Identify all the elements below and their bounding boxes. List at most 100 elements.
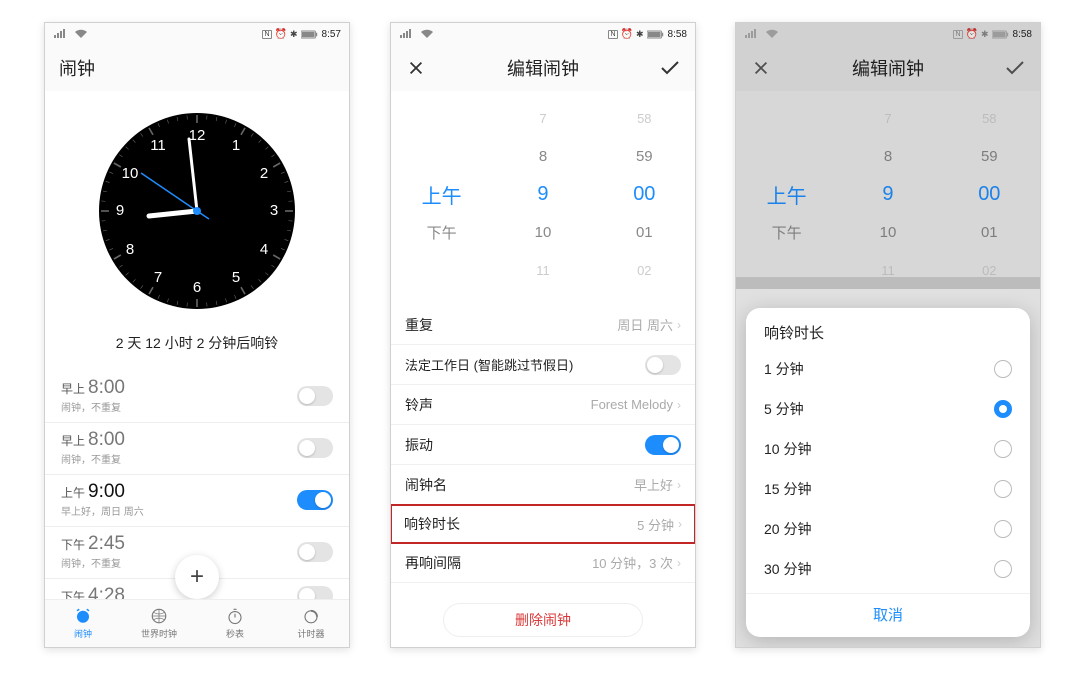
tab-alarm[interactable]: 闹钟 — [45, 600, 121, 647]
row-value: 10 分钟，3 次 — [592, 553, 673, 572]
duration-option[interactable]: 1 分钟 — [746, 349, 1030, 389]
battery-icon — [301, 30, 319, 39]
tab-world-clock[interactable]: 世界时钟 — [121, 600, 197, 647]
picker-hour: 11 — [837, 263, 938, 278]
status-bar: N ⏰ ✱ 8:57 — [45, 23, 349, 45]
radio-icon — [994, 400, 1012, 418]
time-picker-row[interactable]: 1102 — [391, 251, 695, 289]
timer-icon — [302, 607, 320, 625]
signal-icon — [399, 29, 417, 39]
tab-stopwatch[interactable]: 秒表 — [197, 600, 273, 647]
option-label: 5 分钟 — [764, 399, 804, 419]
row-vibrate[interactable]: 振动 — [391, 425, 695, 465]
row-ringtone[interactable]: 铃声 Forest Melody› — [391, 385, 695, 425]
row-snooze[interactable]: 再响间隔 10 分钟，3 次› — [391, 543, 695, 583]
alarm-toggle[interactable] — [297, 542, 333, 562]
tab-bar: 闹钟 世界时钟 秒表 计时器 — [45, 599, 349, 647]
vibrate-toggle[interactable] — [645, 435, 681, 455]
time-picker-row[interactable]: 下午1001 — [736, 213, 1040, 251]
workday-toggle[interactable] — [645, 355, 681, 375]
row-label: 闹钟名 — [405, 475, 447, 495]
svg-text:1: 1 — [232, 137, 240, 154]
duration-option[interactable]: 30 分钟 — [746, 549, 1030, 589]
picker-minute: 01 — [939, 224, 1040, 241]
picker-hour: 11 — [492, 263, 593, 278]
bluetooth-icon: ✱ — [636, 29, 644, 40]
time-picker: 758859上午900下午10011102 — [736, 91, 1040, 289]
duration-option[interactable]: 5 分钟 — [746, 389, 1030, 429]
row-label: 铃声 — [405, 395, 433, 415]
ring-duration-modal: 响铃时长 1 分钟 5 分钟 10 分钟15 分钟20 分钟30 分钟 取消 — [746, 308, 1030, 637]
row-value: 5 分钟 — [637, 515, 674, 534]
battery-icon — [647, 30, 665, 39]
alarm-subtitle: 早上好，周日 周六 — [61, 503, 144, 518]
header: 编辑闹钟 — [391, 45, 695, 91]
time-picker-row[interactable]: 上午900 — [736, 175, 1040, 213]
time-picker-row[interactable]: 859 — [391, 137, 695, 175]
alarm-toggle[interactable] — [297, 386, 333, 406]
picker-minute: 02 — [594, 263, 695, 278]
row-alarm-name[interactable]: 闹钟名 早上好› — [391, 465, 695, 505]
status-time: 8:57 — [322, 29, 341, 40]
picker-ampm: 下午 — [736, 222, 837, 243]
duration-option[interactable]: 15 分钟 — [746, 469, 1030, 509]
add-alarm-button[interactable]: + — [175, 555, 219, 599]
status-bar: N ⏰ ✱ 8:58 — [736, 23, 1040, 45]
countdown-text: 2 天 12 小时 2 分钟后响铃 — [116, 333, 279, 353]
chevron-right-icon: › — [677, 398, 681, 412]
alarm-toggle[interactable] — [297, 490, 333, 510]
picker-ampm: 上午 — [736, 180, 837, 209]
alarm-row[interactable]: 早上8:00闹钟，不重复 — [45, 423, 349, 475]
signal-icon — [53, 29, 71, 39]
picker-minute: 58 — [939, 111, 1040, 126]
alarm-row[interactable]: 上午9:00早上好，周日 周六 — [45, 475, 349, 527]
confirm-button[interactable] — [659, 57, 681, 79]
wifi-icon — [74, 29, 88, 39]
delete-alarm-button[interactable]: 删除闹钟 — [443, 603, 643, 637]
tab-label: 计时器 — [297, 627, 324, 640]
option-label: 1 分钟 — [764, 359, 804, 379]
wifi-icon — [420, 29, 434, 39]
time-picker-row[interactable]: 758 — [736, 99, 1040, 137]
alarm-row[interactable]: 早上8:00闹钟，不重复 — [45, 371, 349, 423]
alarm-subtitle: 闹钟，不重复 — [61, 399, 125, 414]
picker-hour: 8 — [837, 148, 938, 165]
world-clock-icon — [150, 607, 168, 625]
radio-icon — [994, 480, 1012, 498]
svg-text:9: 9 — [116, 202, 124, 219]
picker-ampm: 上午 — [391, 180, 492, 209]
row-ring-duration[interactable]: 响铃时长 5 分钟› — [390, 504, 696, 544]
close-icon — [407, 59, 425, 77]
close-button[interactable] — [750, 57, 772, 79]
tab-label: 秒表 — [226, 627, 244, 640]
alarm-status-icon: ⏰ — [275, 29, 287, 40]
svg-text:12: 12 — [189, 127, 206, 144]
chevron-right-icon: › — [677, 318, 681, 332]
alarm-time: 8:00 — [88, 429, 125, 450]
nfc-icon: N — [608, 30, 617, 39]
row-repeat[interactable]: 重复 周日 周六› — [391, 305, 695, 345]
alarm-time: 8:00 — [88, 377, 125, 398]
alarm-toggle[interactable] — [297, 438, 333, 458]
time-picker[interactable]: 758859上午900下午10011102 — [391, 91, 695, 289]
time-picker-row[interactable]: 758 — [391, 99, 695, 137]
time-picker-row[interactable]: 859 — [736, 137, 1040, 175]
tab-timer[interactable]: 计时器 — [273, 600, 349, 647]
chevron-right-icon: › — [677, 556, 681, 570]
cancel-button[interactable]: 取消 — [746, 593, 1030, 631]
confirm-button[interactable] — [1004, 57, 1026, 79]
modal-title: 响铃时长 — [746, 322, 1030, 349]
stopwatch-icon — [226, 607, 244, 625]
time-picker-row[interactable]: 下午1001 — [391, 213, 695, 251]
bluetooth-icon: ✱ — [981, 29, 989, 40]
picker-minute: 58 — [594, 111, 695, 126]
row-workday[interactable]: 法定工作日 (智能跳过节假日) — [391, 345, 695, 385]
bluetooth-icon: ✱ — [290, 29, 298, 40]
time-picker-row[interactable]: 上午900 — [391, 175, 695, 213]
duration-option[interactable]: 10 分钟 — [746, 429, 1030, 469]
duration-option[interactable]: 20 分钟 — [746, 509, 1030, 549]
close-button[interactable] — [405, 57, 427, 79]
svg-text:6: 6 — [193, 279, 201, 296]
svg-text:5: 5 — [232, 269, 240, 286]
picker-minute: 59 — [939, 148, 1040, 165]
